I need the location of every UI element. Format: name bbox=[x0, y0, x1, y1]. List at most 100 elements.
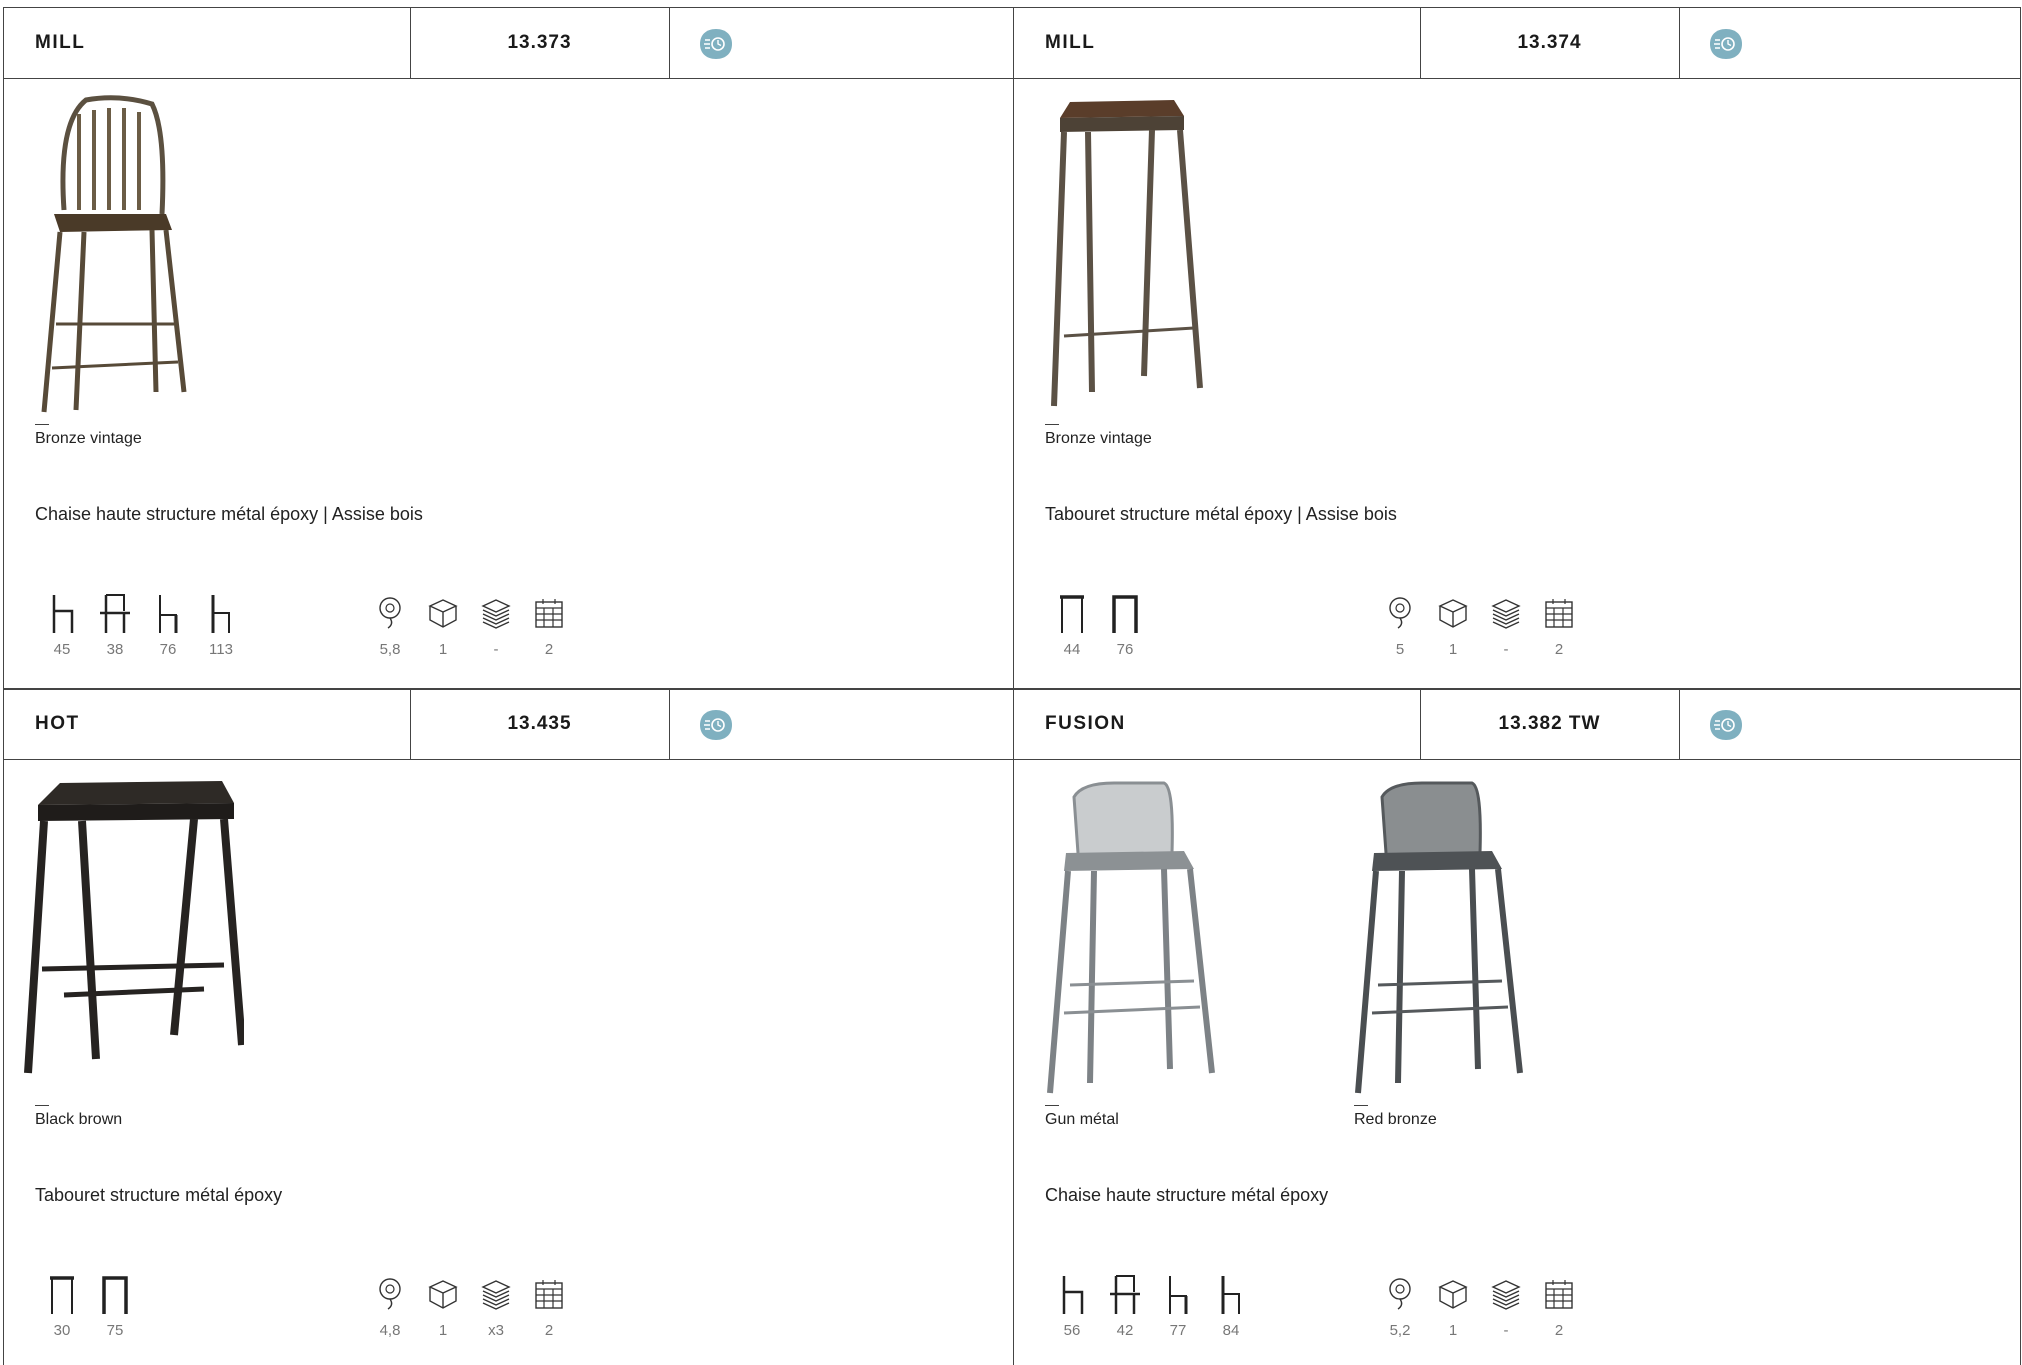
fast-delivery-icon bbox=[1710, 29, 1742, 59]
spec-box: 1 bbox=[423, 596, 463, 658]
spec-calendar: 2 bbox=[529, 596, 569, 658]
dimension-stool-height: 75 bbox=[95, 1274, 135, 1339]
variant-dash: — bbox=[35, 1096, 49, 1112]
dimension-value: 84 bbox=[1222, 1322, 1240, 1339]
calendar-icon bbox=[1545, 599, 1573, 628]
fast-delivery-icon bbox=[1710, 710, 1742, 740]
product-card-mill-13373: MILL 13.373 — Bronze vintage Chaise haut… bbox=[3, 7, 1015, 690]
dimension-chair-depth: 77 bbox=[1158, 1274, 1198, 1339]
product-photo-bar-chair bbox=[41, 95, 187, 413]
dimension-value: 56 bbox=[1063, 1322, 1081, 1339]
product-reference: 13.435 bbox=[507, 713, 572, 734]
product-header: FUSION 13.382 TW bbox=[1014, 689, 2020, 760]
spec-value: - bbox=[1503, 1322, 1509, 1339]
spec-calendar: 2 bbox=[1539, 1277, 1579, 1339]
product-description: Chaise haute structure métal époxy bbox=[1045, 1185, 1329, 1205]
product-photo-gun-metal bbox=[1047, 781, 1215, 1094]
variant-dash: — bbox=[1045, 1096, 1059, 1112]
dimension-value: 30 bbox=[53, 1322, 71, 1339]
spec-box: 1 bbox=[1433, 1277, 1473, 1339]
variant-dash: — bbox=[1045, 415, 1059, 431]
calendar-icon bbox=[535, 1280, 563, 1309]
header-divider bbox=[669, 689, 670, 759]
stool-width-icon bbox=[50, 1276, 74, 1314]
product-reference: 13.374 bbox=[1517, 32, 1582, 53]
dimension-value: 76 bbox=[1116, 641, 1134, 658]
product-photo-red-bronze bbox=[1355, 781, 1523, 1094]
product-header: MILL 13.374 bbox=[1014, 8, 2020, 79]
fast-delivery-icon bbox=[700, 29, 732, 59]
spec-weight: 4,8 bbox=[370, 1277, 410, 1339]
calendar-icon bbox=[535, 599, 563, 628]
spec-value: - bbox=[493, 641, 499, 658]
stackable-icon bbox=[1491, 599, 1521, 629]
product-name: FUSION bbox=[1045, 713, 1126, 734]
total-height-icon bbox=[211, 595, 230, 633]
stool-height-icon bbox=[102, 1276, 128, 1314]
product-header: MILL 13.373 bbox=[4, 8, 1015, 79]
header-divider bbox=[1679, 8, 1680, 78]
spec-weight: 5,8 bbox=[370, 596, 410, 658]
product-card-mill-13374: MILL 13.374 — Bronze vintage Tabouret st… bbox=[1013, 7, 2021, 690]
variant-label: Red bronze bbox=[1354, 1111, 1437, 1128]
spec-stackable: - bbox=[1486, 1277, 1526, 1339]
weight-icon bbox=[379, 597, 401, 629]
dimension-value: 45 bbox=[53, 641, 71, 658]
spec-box: 1 bbox=[1433, 596, 1473, 658]
box-icon bbox=[428, 599, 458, 628]
box-icon bbox=[1438, 1280, 1468, 1309]
spec-value: 2 bbox=[544, 641, 554, 658]
spec-value: 1 bbox=[1448, 1322, 1458, 1339]
variant-label: Bronze vintage bbox=[1045, 430, 1152, 447]
dimension-stool-width: 30 bbox=[42, 1274, 82, 1339]
chair-depth-icon bbox=[1169, 1276, 1188, 1314]
spec-stackable: - bbox=[476, 596, 516, 658]
spec-value: 1 bbox=[438, 1322, 448, 1339]
variant-dash: — bbox=[1354, 1096, 1368, 1112]
weight-icon bbox=[379, 1278, 401, 1310]
spec-value: 1 bbox=[1448, 641, 1458, 658]
dimension-chair-width: 42 bbox=[1105, 1274, 1145, 1339]
product-header: HOT 13.435 bbox=[4, 689, 1015, 760]
variant-label: Bronze vintage bbox=[35, 430, 142, 447]
product-photo-bar-stool bbox=[1051, 100, 1203, 407]
spec-value: 1 bbox=[438, 641, 448, 658]
stool-width-icon bbox=[1060, 595, 1084, 633]
stackable-icon bbox=[481, 1280, 511, 1310]
spec-value: 5 bbox=[1395, 641, 1405, 658]
dimension-total-height: 84 bbox=[1211, 1274, 1251, 1339]
box-icon bbox=[1438, 599, 1468, 628]
dimension-value: 77 bbox=[1169, 1322, 1187, 1339]
chair-width-icon bbox=[100, 594, 130, 633]
dimension-chair-depth: 76 bbox=[148, 593, 188, 658]
dimension-seat-height: 45 bbox=[42, 593, 82, 658]
spec-value: 2 bbox=[1554, 1322, 1564, 1339]
fast-delivery-icon bbox=[700, 710, 732, 740]
spec-value: 5,8 bbox=[379, 641, 401, 658]
variant-dash: — bbox=[35, 415, 49, 431]
weight-icon bbox=[1389, 597, 1411, 629]
header-divider bbox=[1679, 689, 1680, 759]
stool-height-icon bbox=[1112, 595, 1138, 633]
product-description: Tabouret structure métal époxy | Assise … bbox=[1045, 504, 1397, 524]
product-card-hot-13435: HOT 13.435 — Black brown Tabouret struct… bbox=[3, 688, 1015, 1365]
spec-stackable: - bbox=[1486, 596, 1526, 658]
variant-label: Black brown bbox=[35, 1111, 123, 1128]
total-height-icon bbox=[1221, 1276, 1240, 1314]
catalog-page: MILL 13.373 — Bronze vintage Chaise haut… bbox=[0, 0, 2022, 1365]
calendar-icon bbox=[1545, 1280, 1573, 1309]
product-photo-black-stool bbox=[24, 781, 244, 1074]
spec-value: 5,2 bbox=[1389, 1322, 1411, 1339]
product-reference: 13.373 bbox=[507, 32, 572, 53]
spec-value: 2 bbox=[1554, 641, 1564, 658]
dimension-value: 44 bbox=[1063, 641, 1081, 658]
product-name: MILL bbox=[35, 32, 86, 53]
header-divider bbox=[669, 8, 670, 78]
spec-value: x3 bbox=[488, 1322, 504, 1339]
dimension-value: 42 bbox=[1116, 1322, 1134, 1339]
dimension-seat-height: 56 bbox=[1052, 1274, 1092, 1339]
dimension-total-height: 113 bbox=[201, 593, 241, 658]
spec-box: 1 bbox=[423, 1277, 463, 1339]
product-description: Tabouret structure métal époxy bbox=[35, 1185, 283, 1205]
stackable-icon bbox=[481, 599, 511, 629]
